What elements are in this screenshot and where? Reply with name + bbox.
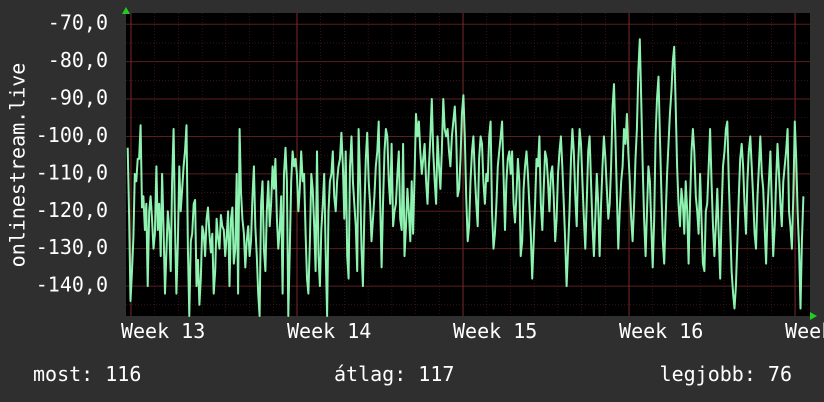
y-axis-label: onlinestream.live [6,63,30,268]
y-axis: -70,0 -80,0 -90,0 -100,0 -110,0 -120,0 -130,0 -… [36,11,108,297]
y-tick-label: -100,0 [36,123,108,147]
x-tick-label: Week 14 [287,319,371,343]
rrd-graph: -70,0 -80,0 -90,0 -100,0 -110,0 -120,0 -130,0 -… [0,0,824,402]
y-axis-arrow-icon [122,7,130,14]
y-tick-label: -110,0 [36,160,108,184]
y-tick-label: -140,0 [36,273,108,297]
y-tick-label: -130,0 [36,235,108,259]
y-tick-label: -120,0 [36,198,108,222]
y-tick-label: -80,0 [48,48,108,72]
footer-current: most: 116 [33,362,142,386]
y-tick-label: -90,0 [48,86,108,110]
x-axis: Week 13 Week 14 Week 15 Week 16 Week 1 [121,319,824,343]
y-tick-label: -70,0 [48,11,108,35]
x-tick-label: Week 15 [453,319,537,343]
line-chart: -70,0 -80,0 -90,0 -100,0 -110,0 -120,0 -130,0 -… [6,7,824,343]
x-tick-label: Week 13 [121,319,205,343]
footer-best: legjobb: 76 [659,362,792,386]
footer-average: átlag: 117 [334,362,455,386]
x-tick-label: Week 1 [785,319,824,343]
x-tick-label: Week 16 [619,319,703,343]
